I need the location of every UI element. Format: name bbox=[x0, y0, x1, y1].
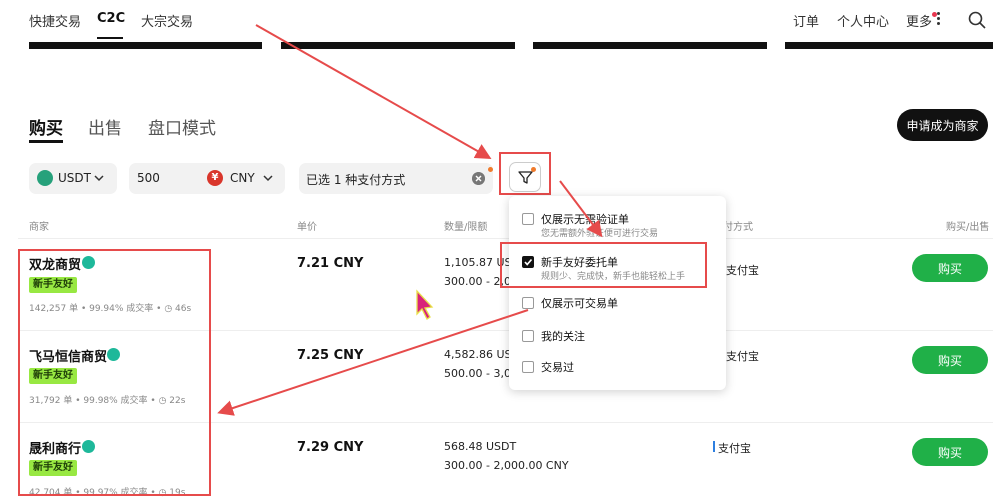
option-label: 交易过 bbox=[541, 361, 574, 374]
annotation-box-merchants bbox=[18, 249, 211, 496]
coin-select[interactable]: USDT bbox=[29, 163, 117, 194]
available-quantity: 568.48 USDT bbox=[444, 440, 517, 453]
order-limit: 300.00 - 2,000.00 CNY bbox=[444, 459, 569, 472]
payment-method: 支付宝 bbox=[726, 350, 759, 363]
header-merchant: 商家 bbox=[29, 222, 49, 233]
unit-price: 7.21 CNY bbox=[297, 256, 364, 271]
buy-button[interactable]: 购买 bbox=[912, 254, 988, 282]
currency-value: CNY bbox=[230, 171, 255, 185]
buy-button[interactable]: 购买 bbox=[912, 438, 988, 466]
coin-value: USDT bbox=[58, 171, 91, 185]
tab-orderbook[interactable]: 盘口模式 bbox=[148, 114, 216, 139]
checkbox[interactable] bbox=[522, 297, 534, 309]
chevron-down-icon bbox=[94, 175, 104, 182]
tab-buy[interactable]: 购买 bbox=[29, 114, 63, 139]
header-price: 单价 bbox=[297, 222, 317, 233]
annotation-box-option bbox=[500, 242, 707, 288]
unit-price: 7.25 CNY bbox=[297, 348, 364, 363]
top-navigation: 快捷交易 C2C 大宗交易 订单 个人中心 更多 bbox=[0, 0, 993, 40]
tab-sell[interactable]: 出售 bbox=[88, 114, 122, 139]
divider bbox=[18, 238, 993, 239]
more-icon[interactable] bbox=[937, 12, 941, 28]
buy-button[interactable]: 购买 bbox=[912, 346, 988, 374]
usdt-icon bbox=[37, 170, 53, 186]
tab-active-indicator bbox=[29, 140, 63, 143]
option-label: 仅展示可交易单 bbox=[541, 297, 618, 310]
option-label: 我的关注 bbox=[541, 330, 585, 343]
nav-active-indicator bbox=[97, 37, 123, 39]
search-icon[interactable] bbox=[968, 11, 986, 29]
nav-c2c[interactable]: C2C bbox=[97, 11, 125, 26]
nav-profile[interactable]: 个人中心 bbox=[837, 11, 889, 30]
payment-value: 已选 1 种支付方式 bbox=[306, 173, 406, 187]
cny-icon: ¥ bbox=[207, 170, 223, 186]
checkbox[interactable] bbox=[522, 361, 534, 373]
payment-color-bar bbox=[713, 441, 715, 452]
amount-value: 500 bbox=[137, 171, 160, 185]
payment-indicator-dot bbox=[488, 167, 493, 172]
option-description: 您无需额外验证便可进行交易 bbox=[541, 229, 659, 239]
nav-quick-trade[interactable]: 快捷交易 bbox=[29, 11, 81, 30]
checkbox[interactable] bbox=[522, 213, 534, 225]
clear-icon[interactable] bbox=[472, 172, 485, 185]
amount-input[interactable]: 500 ¥ CNY bbox=[129, 163, 285, 194]
header-quantity: 数量/限额 bbox=[444, 222, 488, 233]
filter-dropdown: 仅展示无需验证单 您无需额外验证便可进行交易 新手友好委托单 规则少、完成快，新… bbox=[509, 196, 726, 390]
option-label: 仅展示无需验证单 bbox=[541, 213, 629, 226]
nav-orders[interactable]: 订单 bbox=[793, 11, 819, 30]
header-action: 购买/出售 bbox=[946, 222, 990, 233]
annotation-box-filter bbox=[499, 152, 551, 195]
arrow-to-merchants bbox=[217, 309, 529, 416]
nav-block-trade[interactable]: 大宗交易 bbox=[141, 11, 193, 30]
unit-price: 7.29 CNY bbox=[297, 440, 364, 455]
payment-select[interactable]: 已选 1 种支付方式 bbox=[299, 163, 493, 194]
chevron-down-icon bbox=[263, 175, 273, 182]
payment-method: 支付宝 bbox=[718, 442, 751, 455]
nav-more[interactable]: 更多 bbox=[906, 11, 932, 30]
checkbox[interactable] bbox=[522, 330, 534, 342]
payment-method: 支付宝 bbox=[726, 264, 759, 277]
become-merchant-button[interactable]: 申请成为商家 bbox=[897, 109, 988, 141]
cursor-icon bbox=[416, 289, 434, 320]
